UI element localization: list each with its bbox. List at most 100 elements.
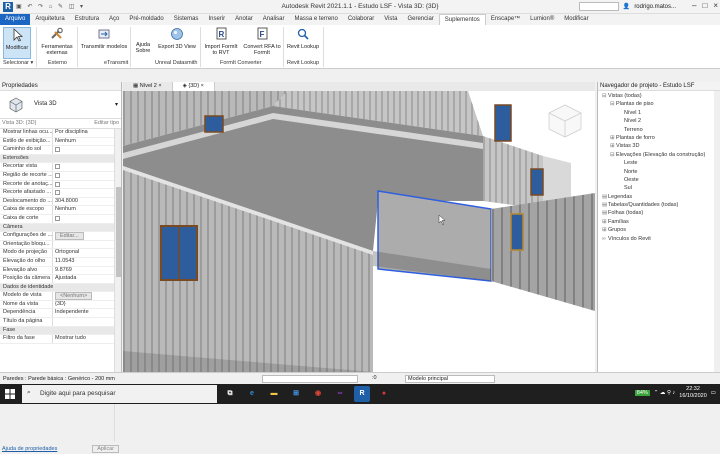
tab-analisar[interactable]: Analisar — [258, 14, 290, 25]
tab-vista[interactable]: Vista — [379, 14, 402, 25]
browser-item[interactable]: ⊟Plantas de piso — [598, 101, 720, 109]
help-search-input[interactable] — [578, 2, 619, 11]
battery-indicator[interactable]: 84% — [634, 390, 650, 396]
property-value[interactable]: <Nenhum> — [52, 292, 114, 300]
browser-item[interactable]: Leste — [598, 160, 720, 168]
browser-item[interactable]: Nível 1 — [598, 110, 720, 118]
property-value[interactable]: Nenhum — [52, 137, 114, 146]
viewcube-icon[interactable] — [548, 104, 582, 138]
building-model[interactable] — [123, 91, 595, 372]
browser-scrollbar[interactable] — [714, 91, 720, 372]
checkbox[interactable] — [55, 190, 60, 196]
tab-inserir[interactable]: Inserir — [203, 14, 230, 25]
property-section[interactable]: Extensões — [0, 154, 114, 164]
property-value[interactable]: Por disciplina — [52, 129, 114, 137]
property-section[interactable]: Dados de identidade — [0, 283, 114, 293]
property-value[interactable] — [52, 180, 114, 189]
property-value[interactable] — [52, 163, 114, 171]
instance-filter[interactable]: Vista 3D: {3D} Editar tipo — [0, 119, 121, 129]
tab-gerenciar[interactable]: Gerenciar — [402, 14, 438, 25]
convert-rfa-button[interactable]: F Convert RFA to FormIt — [243, 27, 281, 56]
browser-item[interactable]: ⊟Vistas (todas) — [598, 93, 720, 101]
revit-taskbar-icon[interactable]: R — [354, 386, 370, 402]
store-icon[interactable]: ⊞ — [288, 386, 304, 402]
property-value[interactable]: Ortogonal — [52, 249, 114, 257]
property-value[interactable]: Ajustada — [52, 275, 114, 283]
property-value[interactable] — [52, 318, 114, 326]
tab-lumion[interactable]: Lumion® — [525, 14, 559, 25]
ajuda-sobre-button[interactable]: Ajuda Sobre — [133, 27, 153, 54]
properties-help-link[interactable]: Ajuda de propriedades — [2, 446, 57, 452]
chevron-down-icon[interactable]: ▾ — [115, 101, 118, 108]
tab-massa-terreno[interactable]: Massa e terreno — [289, 14, 342, 25]
workset-combo[interactable] — [262, 375, 358, 383]
browser-item[interactable]: ⊞Famílias — [598, 219, 720, 227]
property-value[interactable] — [52, 171, 114, 180]
browser-item[interactable]: ⊟Elevações (Elevação da construção) — [598, 152, 720, 160]
tab-colaborar[interactable]: Colaborar — [343, 14, 379, 25]
checkbox[interactable] — [55, 172, 60, 178]
window[interactable] — [204, 115, 224, 133]
windows-start-icon[interactable] — [5, 389, 15, 399]
property-value[interactable]: Nenhum — [52, 206, 114, 214]
scroll-thumb[interactable] — [116, 187, 121, 277]
tab-suplementos[interactable]: Suplementos — [438, 14, 486, 25]
window[interactable] — [530, 168, 544, 196]
property-section[interactable]: Câmera — [0, 223, 114, 233]
taskbar-search-input[interactable]: ⌕ Digite aqui para pesquisar — [22, 385, 217, 403]
property-value[interactable]: 9.8769 — [52, 266, 114, 275]
user-icon[interactable]: 👤 — [623, 3, 630, 10]
browser-item[interactable]: Nível 2 — [598, 118, 720, 126]
user-name[interactable]: rodrigo.matos... — [634, 4, 676, 10]
export-3d-view-button[interactable]: Export 3D View — [157, 27, 197, 50]
checkbox[interactable] — [55, 215, 60, 221]
browser-item[interactable]: ⊞Grupos — [598, 227, 720, 235]
ferramentas-externas-button[interactable]: Ferramentas externas — [40, 27, 74, 56]
window[interactable] — [494, 104, 512, 142]
browser-item[interactable]: Terreno — [598, 127, 720, 135]
3d-viewport[interactable] — [123, 91, 595, 372]
browser-item[interactable]: ∞ Vínculos do Revit — [598, 236, 720, 244]
tab-3d[interactable]: ◈ {3D} × — [172, 82, 215, 91]
tray-icons[interactable]: ⌃ ☁ ⚲ ♪ — [654, 390, 675, 396]
property-section[interactable]: Fase — [0, 326, 114, 336]
browser-item[interactable]: ▤Folhas (todas) — [598, 210, 720, 218]
property-value[interactable] — [52, 189, 114, 197]
browser-item[interactable]: ⊞Plantas de forro — [598, 135, 720, 143]
edit-type-button[interactable]: Editar tipo — [94, 120, 119, 127]
property-value[interactable] — [52, 214, 114, 223]
transmitir-modelos-button[interactable]: Transmitir modelos — [80, 27, 128, 50]
tab-aco[interactable]: Aço — [104, 14, 124, 25]
notifications-icon[interactable]: ▭ — [711, 390, 716, 396]
tab-sistemas[interactable]: Sistemas — [169, 14, 204, 25]
browser-item[interactable]: ▤Tabelas/Quantidades (todas) — [598, 202, 720, 210]
property-value[interactable]: {3D} — [52, 300, 114, 309]
tab-estrutura[interactable]: Estrutura — [70, 14, 104, 25]
property-button[interactable]: Editar... — [55, 232, 84, 240]
recorder-icon[interactable]: ● — [376, 386, 392, 402]
property-value[interactable] — [52, 240, 114, 249]
property-value[interactable]: 11.0543 — [52, 257, 114, 266]
tab-pre-moldado[interactable]: Pré-moldado — [124, 14, 168, 25]
property-value[interactable]: 304.8000 — [52, 197, 114, 206]
checkbox[interactable] — [55, 147, 60, 153]
import-formit-button[interactable]: R Import FormIt to RVT — [202, 27, 240, 56]
tab-arquivo[interactable]: Arquivo — [0, 14, 31, 25]
tab-modificar[interactable]: Modificar — [559, 14, 593, 25]
close-icon[interactable]: × — [713, 1, 718, 10]
property-value[interactable]: Editar... — [52, 232, 114, 240]
tab-enscape[interactable]: Enscape™ — [486, 14, 525, 25]
front-right-wall[interactable] — [491, 193, 595, 311]
browser-item[interactable]: Norte — [598, 169, 720, 177]
chrome-icon[interactable]: ◉ — [310, 386, 326, 402]
tab-arquitetura[interactable]: Arquitetura — [30, 14, 69, 25]
maximize-icon[interactable]: □ — [702, 1, 707, 10]
type-selector[interactable]: Vista 3D ▾ — [0, 91, 121, 119]
checkbox[interactable] — [55, 181, 60, 187]
tab-anotar[interactable]: Anotar — [230, 14, 258, 25]
checkbox[interactable] — [55, 164, 60, 170]
browser-item[interactable]: ▤Legendas — [598, 194, 720, 202]
revit-lookup-button[interactable]: Revit Lookup — [285, 27, 321, 50]
property-value[interactable]: Independente — [52, 309, 114, 318]
edge-icon[interactable]: e — [244, 386, 260, 402]
